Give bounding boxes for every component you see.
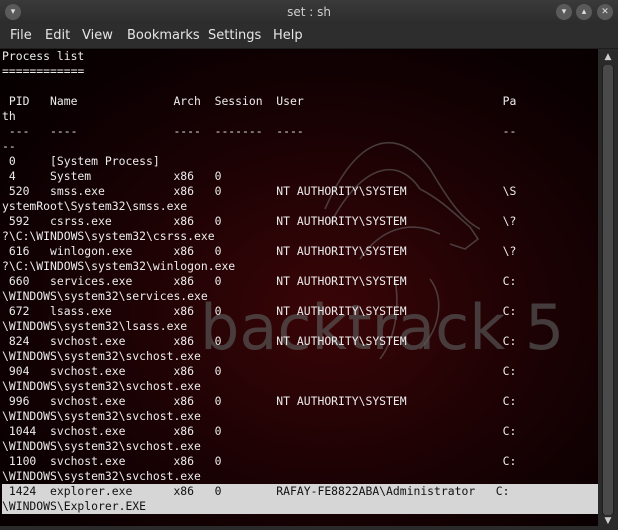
terminal-line: 4 System x86 0	[2, 169, 222, 183]
terminal-line: 824 svchost.exe x86 0 NT AUTHORITY\SYSTE…	[2, 334, 517, 348]
menu-file[interactable]: File	[10, 24, 32, 48]
terminal-line: --	[2, 139, 16, 153]
terminal-line: Process list	[2, 49, 85, 63]
terminal-line: 672 lsass.exe x86 0 NT AUTHORITY\SYSTEM …	[2, 304, 517, 318]
scrollbar[interactable]: ▲ ▼	[598, 49, 618, 530]
scroll-thumb[interactable]	[603, 65, 613, 515]
window-title: set : sh	[287, 5, 331, 19]
menu-edit[interactable]: Edit	[45, 24, 70, 48]
terminal-line: 592 csrss.exe x86 0 NT AUTHORITY\SYSTEM …	[2, 214, 517, 228]
window-bottom-edge	[0, 526, 598, 530]
terminal-line: 1424 explorer.exe x86 0 RAFAY-FE8822ABA\…	[2, 484, 598, 499]
menu-bar: File Edit View Bookmarks Settings Help	[0, 24, 618, 49]
terminal-output: Process list ============ PID Name Arch S…	[2, 49, 598, 514]
close-icon[interactable]: ✕	[597, 4, 613, 20]
terminal-line: 904 svchost.exe x86 0 C:	[2, 364, 517, 378]
terminal-line: \WINDOWS\system32\svchost.exe	[2, 379, 201, 393]
scroll-up-icon[interactable]: ▲	[601, 51, 615, 63]
menu-help[interactable]: Help	[273, 24, 303, 48]
terminal-line: \WINDOWS\system32\svchost.exe	[2, 409, 201, 423]
terminal-line: 996 svchost.exe x86 0 NT AUTHORITY\SYSTE…	[2, 394, 517, 408]
minimize-icon[interactable]: ▾	[556, 4, 572, 20]
terminal-line: \WINDOWS\system32\services.exe	[2, 289, 208, 303]
scroll-down-icon[interactable]: ▼	[601, 515, 615, 527]
terminal-line: 0 [System Process]	[2, 154, 160, 168]
menu-settings[interactable]: Settings	[208, 24, 261, 48]
title-bar: ▾ set : sh ▾ ▴ ✕	[0, 0, 618, 24]
terminal-line: ystemRoot\System32\smss.exe	[2, 199, 188, 213]
terminal-line: 1044 svchost.exe x86 0 C:	[2, 424, 517, 438]
terminal-line: 520 smss.exe x86 0 NT AUTHORITY\SYSTEM \…	[2, 184, 517, 198]
terminal-line: ============	[2, 64, 85, 78]
terminal-line: --- ---- ---- ------- ---- --	[2, 124, 517, 138]
maximize-icon[interactable]: ▴	[576, 4, 592, 20]
terminal-line: \WINDOWS\Explorer.EXE	[2, 499, 598, 514]
terminal-view[interactable]: backtrack 5 Process list ============ PID…	[0, 49, 598, 526]
terminal-line: \WINDOWS\system32\svchost.exe	[2, 469, 201, 483]
terminal-line: \WINDOWS\system32\svchost.exe	[2, 349, 201, 363]
scroll-track[interactable]	[602, 65, 614, 515]
terminal-line: ?\C:\WINDOWS\system32\csrss.exe	[2, 229, 215, 243]
terminal-line: ?\C:\WINDOWS\system32\winlogon.exe	[2, 259, 236, 273]
terminal-line: 616 winlogon.exe x86 0 NT AUTHORITY\SYST…	[2, 244, 517, 258]
terminal-line: PID Name Arch Session User Pa	[2, 94, 517, 108]
terminal-line: \WINDOWS\system32\svchost.exe	[2, 439, 201, 453]
terminal-line: \WINDOWS\system32\lsass.exe	[2, 319, 188, 333]
terminal-line: 660 services.exe x86 0 NT AUTHORITY\SYST…	[2, 274, 517, 288]
menu-view[interactable]: View	[82, 24, 113, 48]
terminal-line: th	[2, 109, 16, 123]
terminal-line: 1100 svchost.exe x86 0 C:	[2, 454, 517, 468]
menu-bookmarks[interactable]: Bookmarks	[127, 24, 200, 48]
